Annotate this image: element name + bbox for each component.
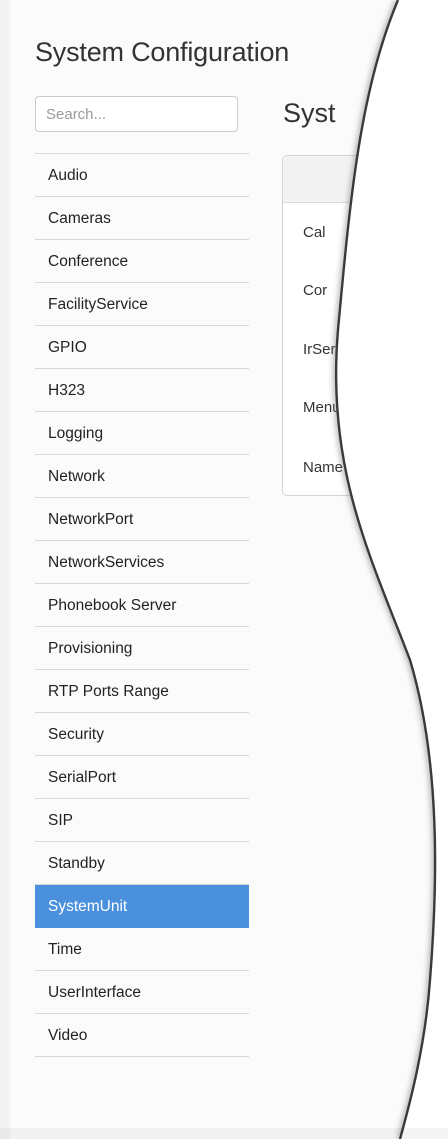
torn-edge-overlay [0,0,448,1139]
frame-left-shadow [0,0,10,1139]
frame-bottom-shadow [0,1128,448,1139]
screenshot-frame: System Configuration Audio Cameras Confe… [0,0,448,1139]
